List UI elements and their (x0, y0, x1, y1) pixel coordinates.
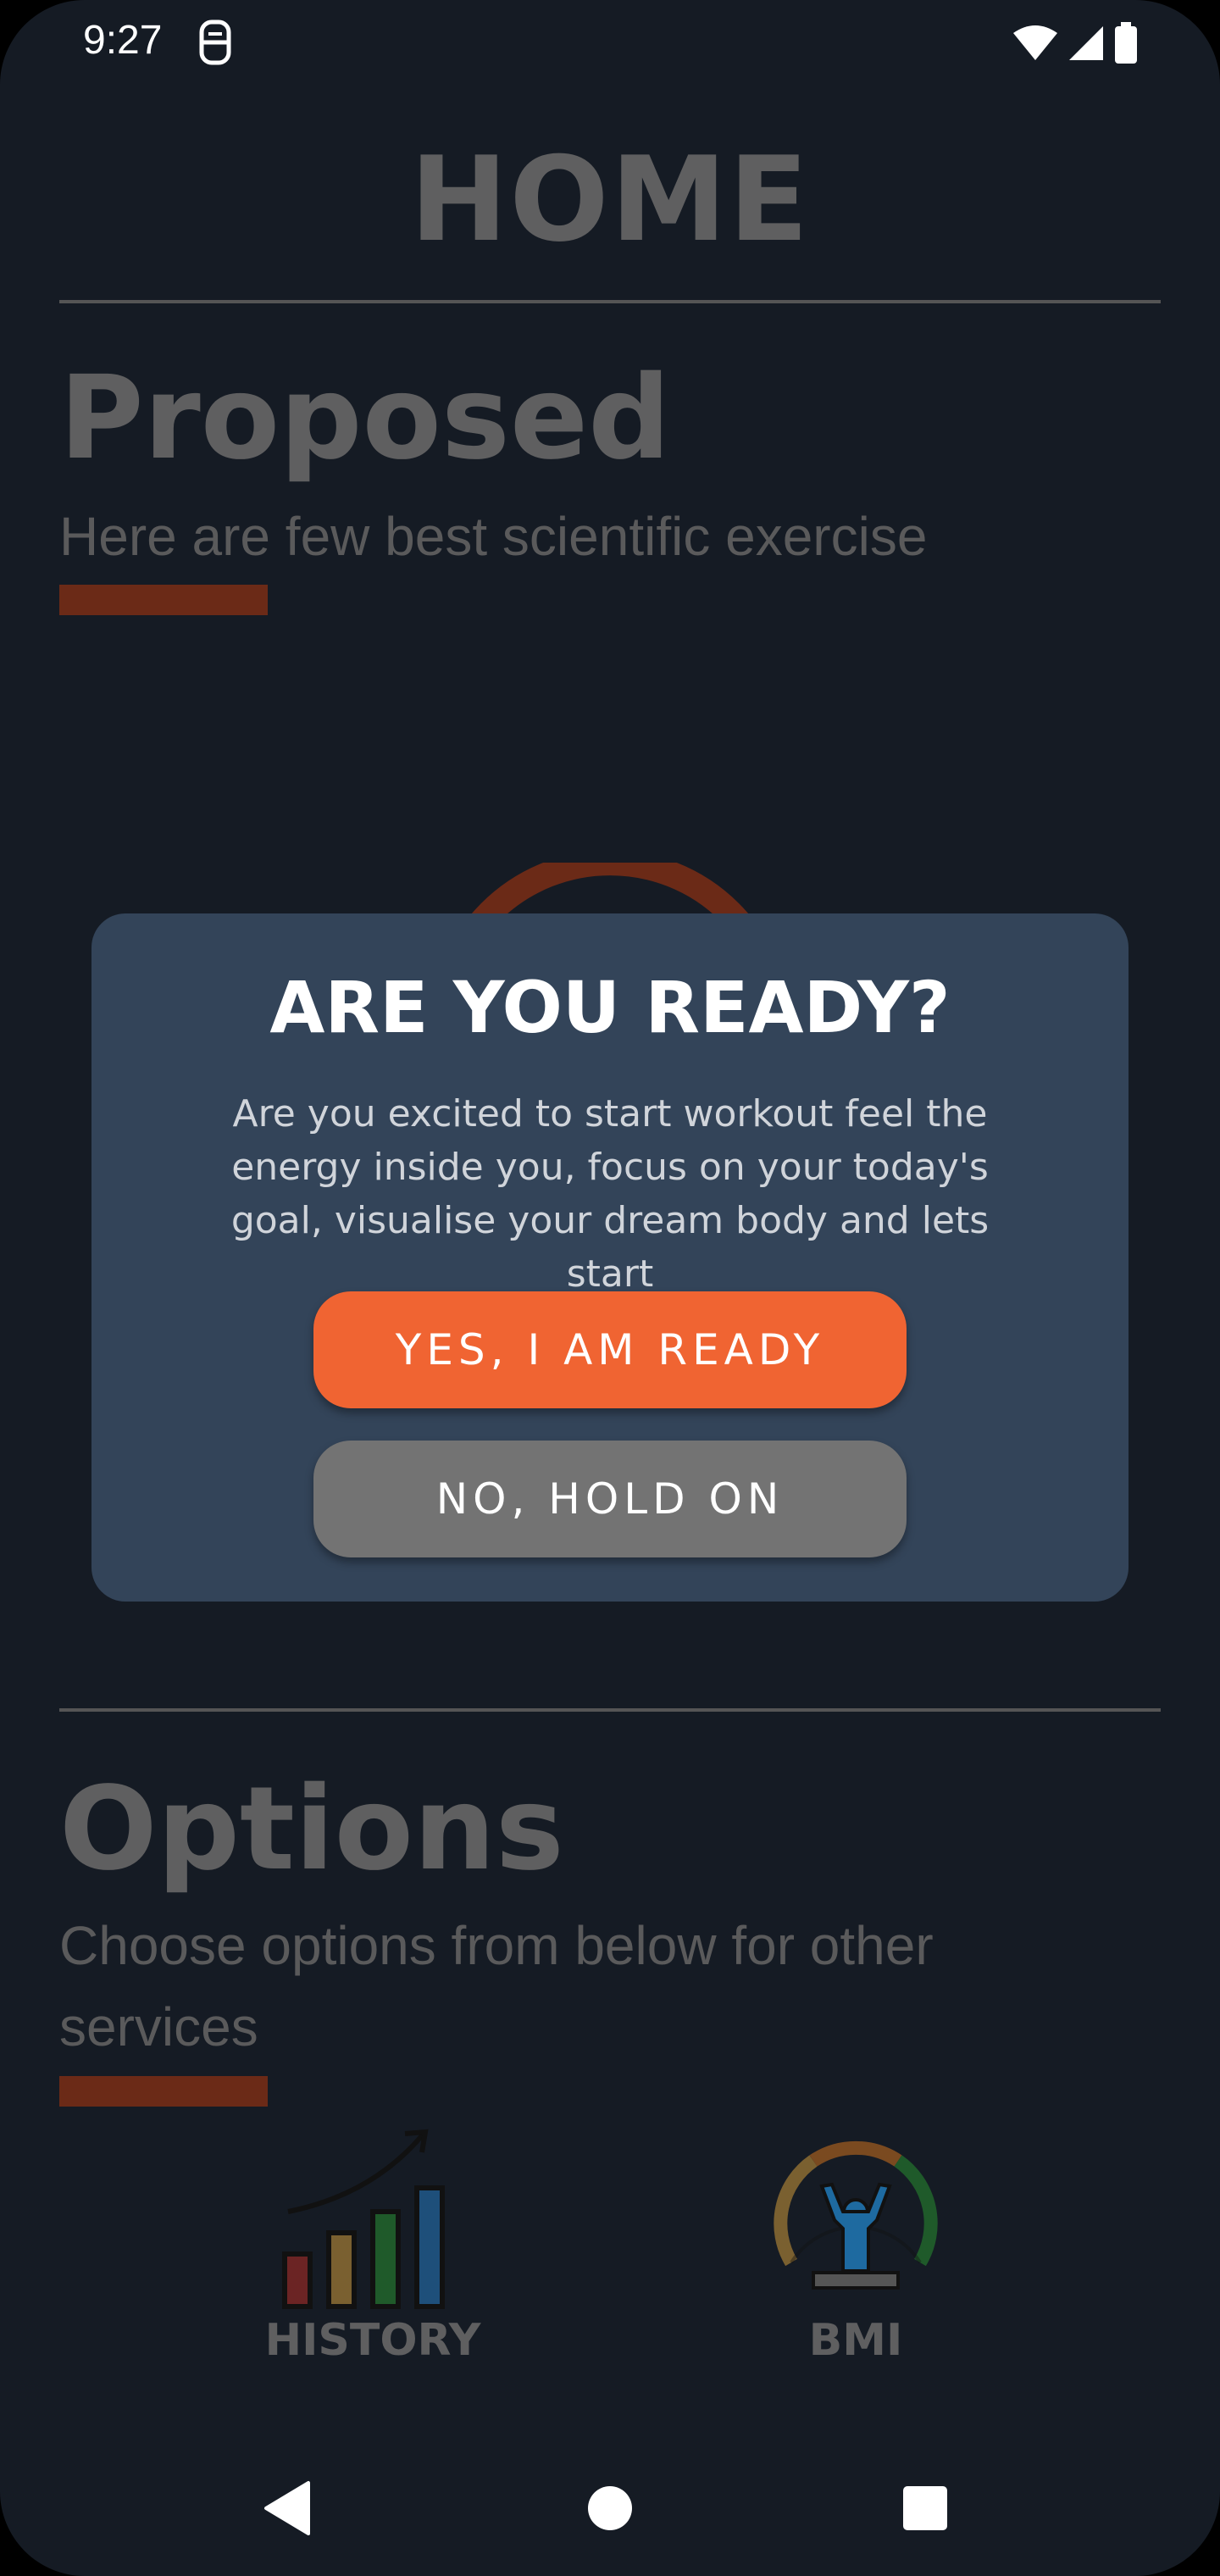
battery-icon (1115, 22, 1137, 64)
confirm-ready-button[interactable]: YES, I AM READY (313, 1291, 907, 1408)
history-label: HISTORY (264, 2315, 481, 2366)
ready-dialog: ARE YOU READY? Are you excited to start … (92, 913, 1128, 1602)
status-icons (1012, 22, 1139, 64)
status-time: 9:27 (83, 18, 163, 63)
status-bar: 9:27 (0, 0, 1220, 85)
sim-card-icon (199, 19, 231, 65)
recents-icon[interactable] (891, 2474, 959, 2542)
options-heading: Options (59, 1763, 564, 1896)
phone-screen: 9:27 HOME Proposed Here are few best sci… (0, 0, 1220, 2576)
proposed-heading: Proposed (59, 352, 671, 486)
header-divider (59, 300, 1161, 303)
page-title: HOME (409, 131, 811, 268)
cancel-hold-button[interactable]: NO, HOLD ON (313, 1441, 907, 1557)
options-accent-bar (59, 2076, 268, 2107)
home-icon[interactable] (576, 2474, 644, 2542)
back-icon[interactable] (254, 2474, 322, 2542)
history-chart-icon (282, 2129, 445, 2309)
dialog-title: ARE YOU READY? (269, 966, 951, 1049)
options-divider (59, 1708, 1161, 1712)
bmi-option[interactable]: BMI (686, 2127, 1025, 2373)
system-nav-bar (0, 2457, 1220, 2559)
proposed-subtitle: Here are few best scientific exercise (59, 506, 928, 567)
signal-icon (1069, 26, 1103, 60)
proposed-accent-bar (59, 585, 268, 615)
wifi-icon (1013, 25, 1057, 60)
bmi-label: BMI (808, 2315, 903, 2366)
dialog-message: Are you excited to start workout feel th… (230, 1092, 990, 1296)
history-option[interactable]: HISTORY (203, 2127, 542, 2373)
options-subtitle: Choose options from below for other serv… (59, 1915, 934, 2057)
bmi-gauge-icon (774, 2140, 938, 2290)
